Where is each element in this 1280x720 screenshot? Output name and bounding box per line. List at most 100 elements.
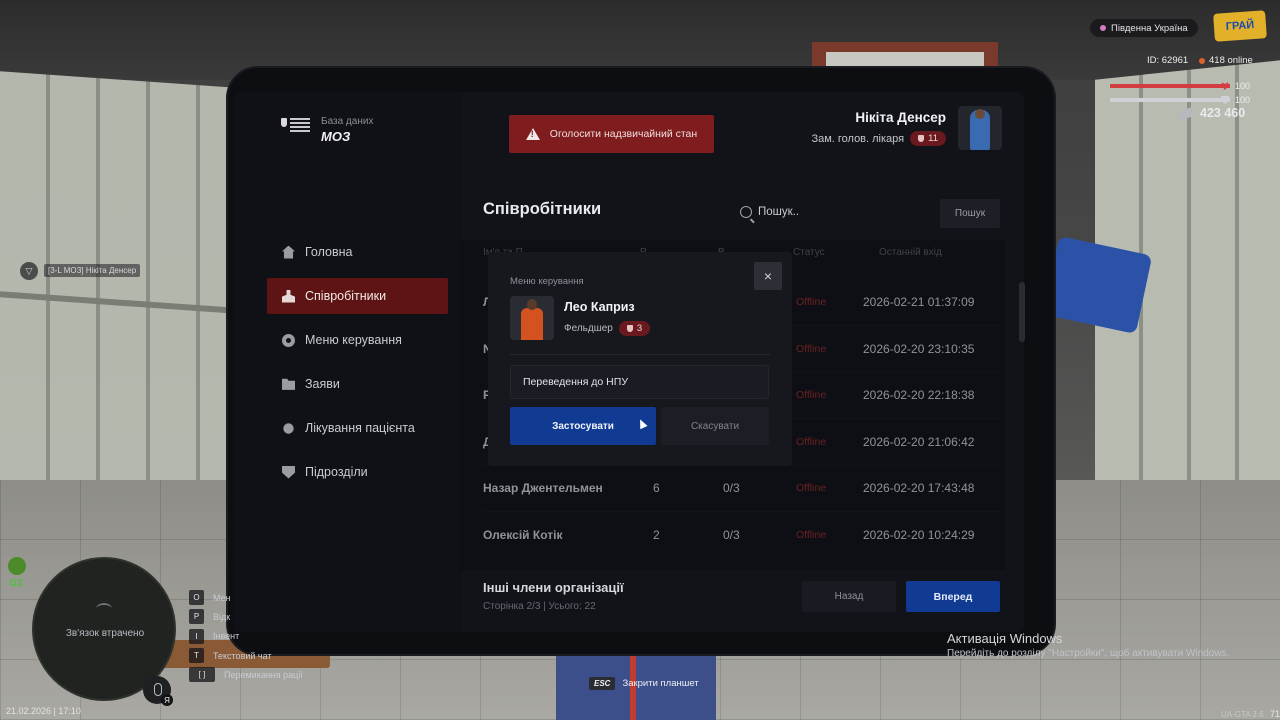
sidebar-item-patient-treatment[interactable]: Лікування пацієнта xyxy=(267,410,448,446)
esc-key: ESC xyxy=(589,677,616,690)
armor-bar xyxy=(1110,98,1230,102)
avatar[interactable] xyxy=(958,106,1002,150)
sidebar-item-label: Лікування пацієнта xyxy=(305,421,415,435)
online-label: 418 online xyxy=(1209,55,1253,66)
close-button[interactable]: × xyxy=(754,262,782,290)
hotkey-key: O xyxy=(189,590,204,606)
waypoint-icon: ▽ xyxy=(20,262,38,280)
hotkey-key: [ ] xyxy=(189,667,215,683)
hotkey-label: Перемикання рації xyxy=(224,669,303,680)
hotkey-item: O Мен xyxy=(189,588,303,607)
gear-icon xyxy=(282,334,295,347)
brand-title: МОЗ xyxy=(321,129,351,144)
user-name: Нікіта Денсер xyxy=(855,110,946,125)
server-dot-icon xyxy=(1100,25,1106,31)
users-icon xyxy=(282,289,295,303)
hotkey-label: Відк xyxy=(213,611,231,622)
current-user: Нікіта Денсер Зам. голов. лікаря 11 xyxy=(811,110,946,146)
declare-emergency-label: Оголосити надзвичайний стан xyxy=(549,128,698,140)
sidebar-item-control-menu[interactable]: Меню керування xyxy=(267,322,448,358)
date-time: 21.02.2026 | 17:10 xyxy=(6,706,81,716)
other-members-title: Інші члени організації xyxy=(483,580,624,595)
health-value: 100 xyxy=(1235,81,1251,91)
hotkey-item: [ ] Перемикання рації xyxy=(189,665,303,684)
armor-fill xyxy=(1110,98,1230,102)
user-rank: 11 xyxy=(928,133,938,144)
search-input[interactable] xyxy=(758,206,918,218)
action-select[interactable]: Переведення до НПУ xyxy=(510,365,769,399)
hotkey-label: Текстовий чат xyxy=(213,650,272,661)
armor-value: 100 xyxy=(1235,95,1251,105)
sidebar-item-label: Співробітники xyxy=(305,289,387,303)
hotkey-list: O Мен P Відк I Інвент T Текстовий чат [ ] Пер… xyxy=(189,588,303,684)
shield-icon xyxy=(282,465,295,479)
money-icon xyxy=(1178,106,1196,120)
control-menu-modal: Меню керування × Лео Каприз Фельдшер 3 П… xyxy=(488,252,792,466)
sidebar-item-label: Заяви xyxy=(305,377,340,391)
prev-page-button[interactable]: Назад xyxy=(802,581,896,612)
apply-button[interactable]: Застосувати xyxy=(510,407,656,445)
search-box xyxy=(740,200,930,224)
close-tablet-label: Закрити планшет xyxy=(622,678,699,689)
hotkey-item: I Інвент xyxy=(189,627,303,646)
close-icon: × xyxy=(763,268,773,284)
money-value: 423 460 xyxy=(1200,106,1246,120)
sun-icon xyxy=(283,422,294,434)
user-rank-badge: 11 xyxy=(910,131,946,146)
search-icon xyxy=(740,206,752,218)
hotkey-item: T Текстовий чат xyxy=(189,646,303,665)
folder-icon xyxy=(282,378,295,390)
sidebar-nav: Головна Співробітники Меню керування Зая… xyxy=(267,234,448,498)
server-badge: Південна Україна xyxy=(1090,19,1198,37)
cancel-button[interactable]: Скасувати xyxy=(661,407,769,445)
rank-shield-icon xyxy=(918,135,925,142)
user-role: Зам. голов. лікаря xyxy=(811,132,905,145)
sidebar-item-applications[interactable]: Заяви xyxy=(267,366,448,402)
ministry-logo-icon xyxy=(281,118,311,142)
server-name: Південна Україна xyxy=(1111,22,1188,34)
employee-avatar xyxy=(510,296,554,340)
search-button[interactable]: Пошук xyxy=(940,199,1000,228)
hotkey-label: Інвент xyxy=(213,631,240,642)
employee-role: Фельдшер xyxy=(564,323,613,334)
sidebar-item-home[interactable]: Головна xyxy=(267,234,448,270)
money-display: 423 460 xyxy=(1178,106,1246,120)
health-fill xyxy=(1110,84,1230,88)
brand-subtitle: База даних xyxy=(321,116,374,127)
modal-title: Меню керування xyxy=(510,276,584,287)
windows-activation-title: Активація Windows xyxy=(947,631,1063,646)
modal-divider xyxy=(510,354,770,355)
sidebar-item-employees[interactable]: Співробітники xyxy=(267,278,448,314)
pagination-info: Сторінка 2/3 | Усього: 22 xyxy=(483,601,596,612)
player-id: ID: 62961 xyxy=(1147,55,1189,66)
page-title: Співробітники xyxy=(483,200,602,218)
employee-rank-badge: 3 xyxy=(618,321,651,336)
table-scrollbar[interactable] xyxy=(1019,282,1025,342)
corner-number: 71 xyxy=(1270,709,1280,719)
action-select-value: Переведення до НПУ xyxy=(523,376,628,388)
employee-role-line: Фельдшер 3 xyxy=(564,321,651,336)
hotkey-key: P xyxy=(189,609,204,625)
sidebar-item-label: Меню керування xyxy=(305,333,402,347)
lockers-left xyxy=(0,71,250,549)
close-tablet-hint: ESC Закрити планшет xyxy=(589,677,699,690)
no-signal-icon xyxy=(96,603,112,615)
warning-icon xyxy=(525,128,540,140)
sidebar-item-label: Головна xyxy=(305,245,353,259)
hotkey-item: P Відк xyxy=(189,607,303,626)
mic-key: Я xyxy=(161,694,173,706)
online-count: 418 online xyxy=(1199,55,1253,66)
home-icon xyxy=(282,245,295,259)
greenzone-label: GZ xyxy=(9,578,23,589)
health-bar xyxy=(1110,84,1230,88)
declare-emergency-button[interactable]: Оголосити надзвичайний стан xyxy=(509,115,714,153)
sidebar-item-divisions[interactable]: Підрозділи xyxy=(267,454,448,490)
hotkey-key: T xyxy=(189,648,204,664)
player-tag: [3-L МОЗ] Нікіта Денсер xyxy=(44,264,141,277)
next-page-button[interactable]: Вперед xyxy=(906,581,1000,612)
hotkey-label: Мен xyxy=(213,592,231,603)
greenzone-icon xyxy=(8,557,26,575)
rank-shield-icon xyxy=(626,325,633,332)
hotkey-key: I xyxy=(189,628,204,644)
employee-rank: 3 xyxy=(636,323,643,334)
